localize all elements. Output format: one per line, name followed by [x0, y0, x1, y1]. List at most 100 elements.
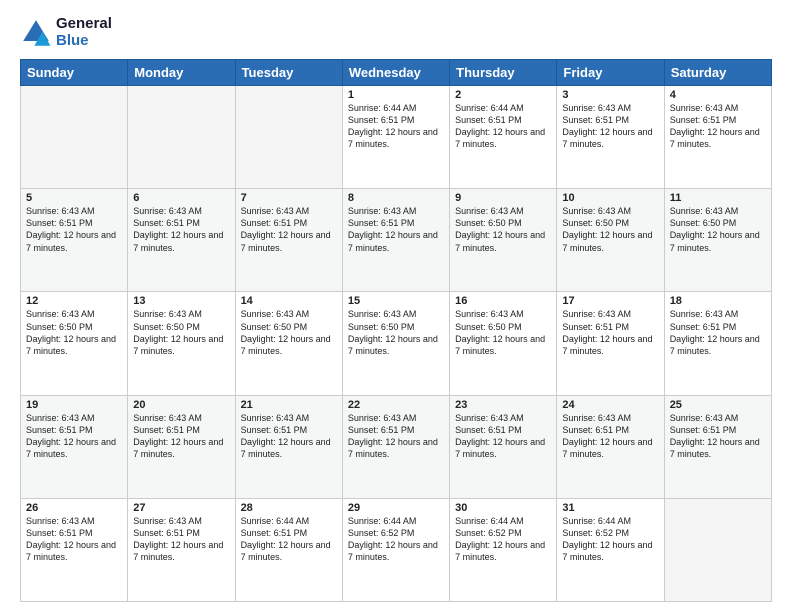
week-row-0: 1Sunrise: 6:44 AMSunset: 6:51 PMDaylight… — [21, 86, 772, 189]
day-number: 11 — [670, 192, 766, 204]
week-row-1: 5Sunrise: 6:43 AMSunset: 6:51 PMDaylight… — [21, 189, 772, 292]
day-info: Sunrise: 6:43 AMSunset: 6:51 PMDaylight:… — [133, 515, 229, 564]
day-cell: 21Sunrise: 6:43 AMSunset: 6:51 PMDayligh… — [235, 395, 342, 498]
header: General Blue — [20, 16, 772, 49]
day-info: Sunrise: 6:44 AMSunset: 6:52 PMDaylight:… — [348, 515, 444, 564]
day-cell: 28Sunrise: 6:44 AMSunset: 6:51 PMDayligh… — [235, 498, 342, 601]
day-cell: 30Sunrise: 6:44 AMSunset: 6:52 PMDayligh… — [450, 498, 557, 601]
page: General Blue SundayMondayTuesdayWednesda… — [0, 0, 792, 612]
day-number: 27 — [133, 502, 229, 514]
day-cell: 7Sunrise: 6:43 AMSunset: 6:51 PMDaylight… — [235, 189, 342, 292]
day-number: 22 — [348, 399, 444, 411]
week-row-2: 12Sunrise: 6:43 AMSunset: 6:50 PMDayligh… — [21, 292, 772, 395]
day-info: Sunrise: 6:43 AMSunset: 6:51 PMDaylight:… — [562, 412, 658, 461]
day-cell: 24Sunrise: 6:43 AMSunset: 6:51 PMDayligh… — [557, 395, 664, 498]
logo: General Blue — [20, 16, 112, 49]
day-cell: 22Sunrise: 6:43 AMSunset: 6:51 PMDayligh… — [342, 395, 449, 498]
day-cell: 10Sunrise: 6:43 AMSunset: 6:50 PMDayligh… — [557, 189, 664, 292]
day-cell — [128, 86, 235, 189]
day-number: 5 — [26, 192, 122, 204]
day-info: Sunrise: 6:43 AMSunset: 6:51 PMDaylight:… — [26, 205, 122, 254]
day-info: Sunrise: 6:43 AMSunset: 6:51 PMDaylight:… — [26, 412, 122, 461]
day-cell: 23Sunrise: 6:43 AMSunset: 6:51 PMDayligh… — [450, 395, 557, 498]
day-cell: 11Sunrise: 6:43 AMSunset: 6:50 PMDayligh… — [664, 189, 771, 292]
day-info: Sunrise: 6:43 AMSunset: 6:50 PMDaylight:… — [670, 205, 766, 254]
day-number: 26 — [26, 502, 122, 514]
weekday-header-monday: Monday — [128, 60, 235, 86]
day-number: 10 — [562, 192, 658, 204]
day-number: 14 — [241, 295, 337, 307]
day-cell: 3Sunrise: 6:43 AMSunset: 6:51 PMDaylight… — [557, 86, 664, 189]
day-number: 9 — [455, 192, 551, 204]
day-number: 15 — [348, 295, 444, 307]
day-cell — [235, 86, 342, 189]
day-number: 12 — [26, 295, 122, 307]
day-number: 21 — [241, 399, 337, 411]
day-cell: 2Sunrise: 6:44 AMSunset: 6:51 PMDaylight… — [450, 86, 557, 189]
day-info: Sunrise: 6:43 AMSunset: 6:51 PMDaylight:… — [348, 412, 444, 461]
day-cell: 19Sunrise: 6:43 AMSunset: 6:51 PMDayligh… — [21, 395, 128, 498]
day-number: 28 — [241, 502, 337, 514]
day-cell: 25Sunrise: 6:43 AMSunset: 6:51 PMDayligh… — [664, 395, 771, 498]
day-cell: 13Sunrise: 6:43 AMSunset: 6:50 PMDayligh… — [128, 292, 235, 395]
day-number: 29 — [348, 502, 444, 514]
day-cell: 20Sunrise: 6:43 AMSunset: 6:51 PMDayligh… — [128, 395, 235, 498]
day-number: 3 — [562, 89, 658, 101]
day-info: Sunrise: 6:43 AMSunset: 6:50 PMDaylight:… — [455, 205, 551, 254]
weekday-header-row: SundayMondayTuesdayWednesdayThursdayFrid… — [21, 60, 772, 86]
day-info: Sunrise: 6:43 AMSunset: 6:50 PMDaylight:… — [348, 308, 444, 357]
day-cell — [664, 498, 771, 601]
day-info: Sunrise: 6:43 AMSunset: 6:51 PMDaylight:… — [241, 412, 337, 461]
day-number: 19 — [26, 399, 122, 411]
day-number: 2 — [455, 89, 551, 101]
day-info: Sunrise: 6:43 AMSunset: 6:51 PMDaylight:… — [133, 205, 229, 254]
day-cell: 27Sunrise: 6:43 AMSunset: 6:51 PMDayligh… — [128, 498, 235, 601]
day-cell: 4Sunrise: 6:43 AMSunset: 6:51 PMDaylight… — [664, 86, 771, 189]
weekday-header-sunday: Sunday — [21, 60, 128, 86]
day-cell: 31Sunrise: 6:44 AMSunset: 6:52 PMDayligh… — [557, 498, 664, 601]
day-info: Sunrise: 6:43 AMSunset: 6:51 PMDaylight:… — [26, 515, 122, 564]
logo-icon — [20, 17, 52, 49]
day-info: Sunrise: 6:43 AMSunset: 6:51 PMDaylight:… — [348, 205, 444, 254]
week-row-3: 19Sunrise: 6:43 AMSunset: 6:51 PMDayligh… — [21, 395, 772, 498]
day-number: 8 — [348, 192, 444, 204]
day-info: Sunrise: 6:43 AMSunset: 6:50 PMDaylight:… — [562, 205, 658, 254]
day-number: 13 — [133, 295, 229, 307]
day-cell: 9Sunrise: 6:43 AMSunset: 6:50 PMDaylight… — [450, 189, 557, 292]
weekday-header-saturday: Saturday — [664, 60, 771, 86]
day-info: Sunrise: 6:43 AMSunset: 6:50 PMDaylight:… — [241, 308, 337, 357]
day-info: Sunrise: 6:44 AMSunset: 6:52 PMDaylight:… — [562, 515, 658, 564]
day-info: Sunrise: 6:43 AMSunset: 6:51 PMDaylight:… — [670, 308, 766, 357]
day-info: Sunrise: 6:43 AMSunset: 6:51 PMDaylight:… — [455, 412, 551, 461]
day-cell: 18Sunrise: 6:43 AMSunset: 6:51 PMDayligh… — [664, 292, 771, 395]
day-cell: 8Sunrise: 6:43 AMSunset: 6:51 PMDaylight… — [342, 189, 449, 292]
day-info: Sunrise: 6:43 AMSunset: 6:50 PMDaylight:… — [26, 308, 122, 357]
day-info: Sunrise: 6:43 AMSunset: 6:51 PMDaylight:… — [670, 412, 766, 461]
day-number: 31 — [562, 502, 658, 514]
day-number: 18 — [670, 295, 766, 307]
day-info: Sunrise: 6:43 AMSunset: 6:51 PMDaylight:… — [562, 308, 658, 357]
day-info: Sunrise: 6:44 AMSunset: 6:51 PMDaylight:… — [348, 102, 444, 151]
day-number: 6 — [133, 192, 229, 204]
day-number: 1 — [348, 89, 444, 101]
day-number: 30 — [455, 502, 551, 514]
day-number: 25 — [670, 399, 766, 411]
day-number: 23 — [455, 399, 551, 411]
day-cell — [21, 86, 128, 189]
day-info: Sunrise: 6:44 AMSunset: 6:52 PMDaylight:… — [455, 515, 551, 564]
day-info: Sunrise: 6:44 AMSunset: 6:51 PMDaylight:… — [455, 102, 551, 151]
day-info: Sunrise: 6:43 AMSunset: 6:50 PMDaylight:… — [455, 308, 551, 357]
day-cell: 1Sunrise: 6:44 AMSunset: 6:51 PMDaylight… — [342, 86, 449, 189]
weekday-header-wednesday: Wednesday — [342, 60, 449, 86]
day-cell: 6Sunrise: 6:43 AMSunset: 6:51 PMDaylight… — [128, 189, 235, 292]
day-cell: 14Sunrise: 6:43 AMSunset: 6:50 PMDayligh… — [235, 292, 342, 395]
day-info: Sunrise: 6:43 AMSunset: 6:51 PMDaylight:… — [133, 412, 229, 461]
day-number: 7 — [241, 192, 337, 204]
day-info: Sunrise: 6:44 AMSunset: 6:51 PMDaylight:… — [241, 515, 337, 564]
day-info: Sunrise: 6:43 AMSunset: 6:51 PMDaylight:… — [562, 102, 658, 151]
day-number: 20 — [133, 399, 229, 411]
weekday-header-thursday: Thursday — [450, 60, 557, 86]
day-cell: 16Sunrise: 6:43 AMSunset: 6:50 PMDayligh… — [450, 292, 557, 395]
weekday-header-tuesday: Tuesday — [235, 60, 342, 86]
day-cell: 15Sunrise: 6:43 AMSunset: 6:50 PMDayligh… — [342, 292, 449, 395]
